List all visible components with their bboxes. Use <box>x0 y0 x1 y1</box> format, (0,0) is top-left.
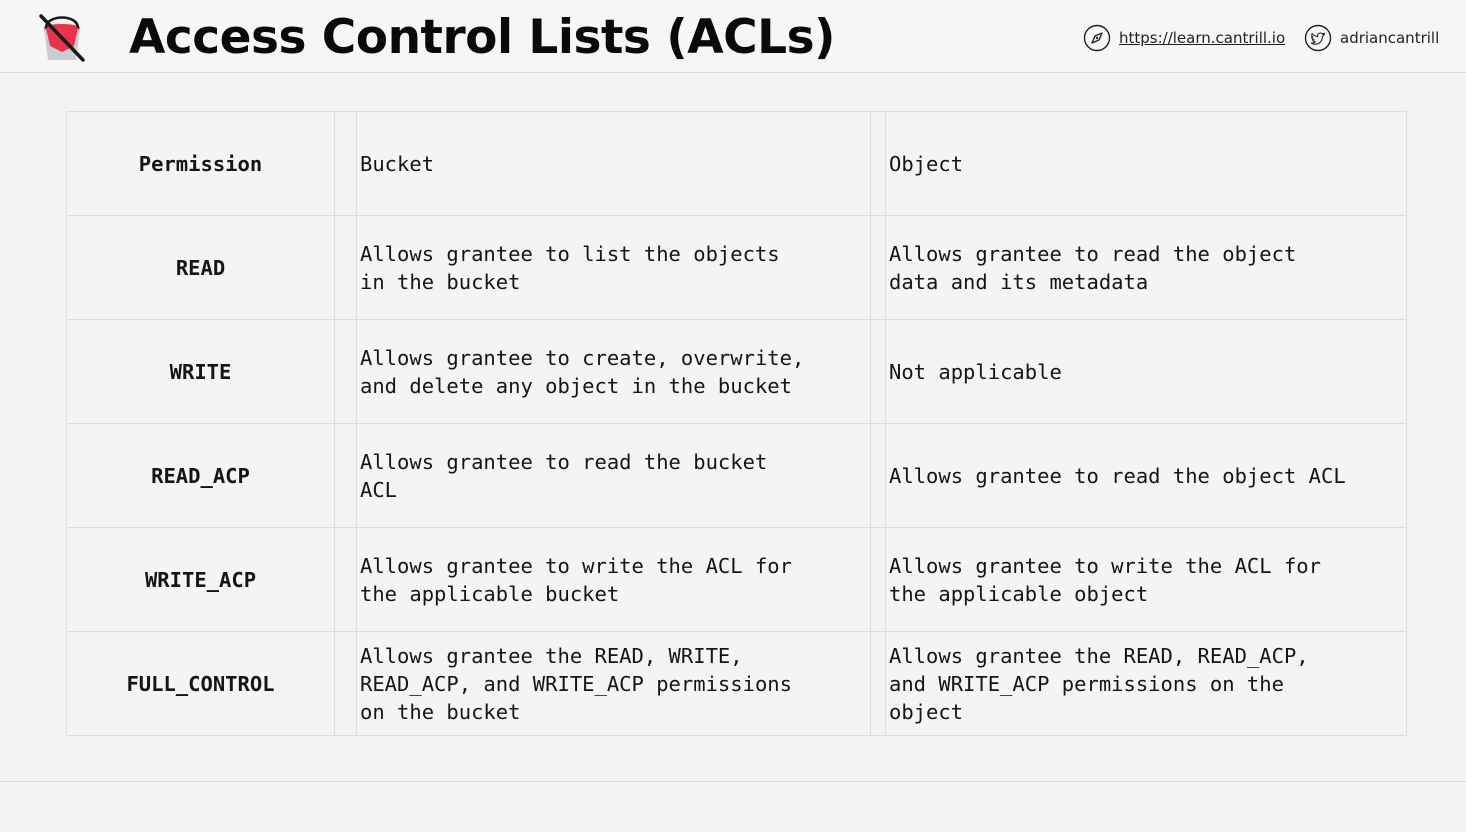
column-spacer <box>870 215 886 320</box>
table-header-row: Permission Bucket Object <box>66 111 1407 216</box>
permission-cell: FULL_CONTROL <box>66 631 335 736</box>
table-row: READ_ACP Allows grantee to read the buck… <box>66 423 1407 528</box>
twitter-handle[interactable]: adriancantrill <box>1340 29 1439 47</box>
bucket-cell: Allows grantee the READ, WRITE, READ_ACP… <box>356 631 871 736</box>
column-spacer <box>870 319 886 424</box>
slide: Access Control Lists (ACLs) https://lear… <box>0 0 1466 832</box>
permission-cell: WRITE_ACP <box>66 527 335 632</box>
column-spacer <box>334 319 357 424</box>
object-cell: Allows grantee to read the object ACL <box>885 423 1407 528</box>
column-spacer <box>334 111 357 216</box>
object-cell: Allows grantee the READ, READ_ACP, and W… <box>885 631 1407 736</box>
table-row: WRITE Allows grantee to create, overwrit… <box>66 319 1407 424</box>
object-cell: Not applicable <box>885 319 1407 424</box>
object-cell: Allows grantee to write the ACL for the … <box>885 527 1407 632</box>
permission-cell: WRITE <box>66 319 335 424</box>
permission-cell: READ_ACP <box>66 423 335 528</box>
column-spacer <box>334 631 357 736</box>
page-title: Access Control Lists (ACLs) <box>129 10 836 65</box>
object-header: Object <box>885 111 1407 216</box>
column-spacer <box>334 527 357 632</box>
bucket-header: Bucket <box>356 111 871 216</box>
column-spacer <box>334 215 357 320</box>
twitter-link[interactable]: adriancantrill <box>1304 22 1439 54</box>
website-link[interactable]: https://learn.cantrill.io <box>1083 22 1285 54</box>
twitter-bird-icon <box>1304 24 1332 52</box>
column-spacer <box>870 631 886 736</box>
permission-cell: READ <box>66 215 335 320</box>
bucket-cell: Allows grantee to create, overwrite, and… <box>356 319 871 424</box>
object-cell: Allows grantee to read the object data a… <box>885 215 1407 320</box>
column-spacer <box>870 111 886 216</box>
permission-header: Permission <box>66 111 335 216</box>
bucket-cell: Allows grantee to list the objects in th… <box>356 215 871 320</box>
table-row: READ Allows grantee to list the objects … <box>66 215 1407 320</box>
acl-permissions-table: Permission Bucket Object READ Allows gra… <box>66 111 1407 736</box>
bucket-logo-icon <box>39 14 85 62</box>
column-spacer <box>870 527 886 632</box>
table-row: WRITE_ACP Allows grantee to write the AC… <box>66 527 1407 632</box>
bucket-cell: Allows grantee to write the ACL for the … <box>356 527 871 632</box>
compass-icon <box>1083 24 1111 52</box>
footer-divider <box>0 781 1466 782</box>
bucket-cell: Allows grantee to read the bucket ACL <box>356 423 871 528</box>
website-url[interactable]: https://learn.cantrill.io <box>1119 29 1285 47</box>
header-bar: Access Control Lists (ACLs) https://lear… <box>0 0 1466 73</box>
column-spacer <box>870 423 886 528</box>
table-row: FULL_CONTROL Allows grantee the READ, WR… <box>66 631 1407 736</box>
column-spacer <box>334 423 357 528</box>
